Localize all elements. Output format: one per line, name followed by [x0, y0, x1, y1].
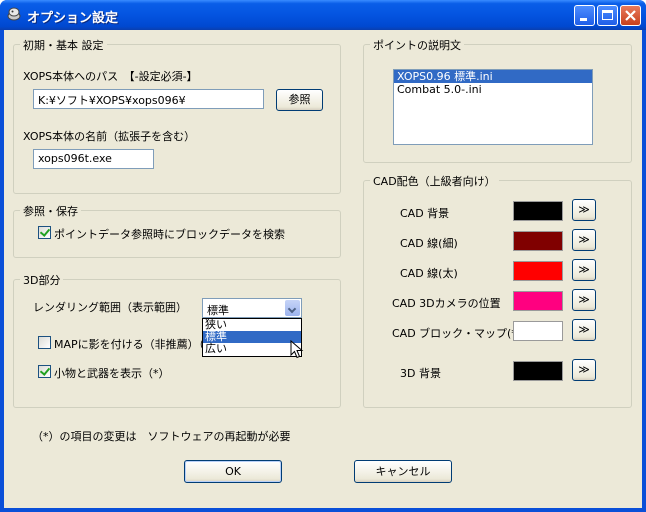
xops-name-input[interactable]: xops096t.exe [33, 149, 154, 169]
cad-thin-line-picker-button[interactable]: ≫ [572, 229, 596, 251]
3d-section-title: 3D部分 [20, 272, 64, 288]
reference-save-title: 参照・保存 [20, 203, 81, 219]
maximize-icon [602, 10, 613, 20]
render-range-label: レンダリング範囲（表示範囲） [33, 301, 187, 314]
window-title: オプション設定 [27, 11, 119, 26]
app-icon [7, 7, 21, 21]
show-items-label[interactable]: 小物と武器を表示（*） [54, 365, 170, 381]
show-items-checkbox[interactable] [38, 365, 51, 378]
render-range-select[interactable]: 標準 [202, 298, 302, 318]
cad-colors-title: CAD配色（上級者向け） [370, 173, 499, 189]
render-range-value: 標準 [207, 304, 229, 317]
basic-settings-group: 初期・基本 設定 XOPS本体へのパス 【-設定必須-】 K:¥ソフト¥XOPS… [13, 37, 341, 194]
dropdown-option[interactable]: 広い [203, 343, 301, 355]
minimize-button[interactable] [574, 5, 595, 26]
cad-thin-line-swatch [513, 231, 563, 251]
client-area: 初期・基本 設定 XOPS本体へのパス 【-設定必須-】 K:¥ソフト¥XOPS… [4, 30, 642, 508]
title-bar[interactable]: オプション設定 [0, 0, 646, 30]
browse-button[interactable]: 参照 [276, 89, 323, 111]
3d-background-label: 3D 背景 [400, 367, 441, 380]
cad-thick-line-swatch [513, 261, 563, 281]
cad-background-swatch [513, 201, 563, 221]
close-button[interactable] [620, 5, 641, 26]
3d-background-picker-button[interactable]: ≫ [572, 359, 596, 381]
point-description-list[interactable]: XOPS0.96 標準.ini Combat 5.0-.ini [393, 69, 593, 145]
list-item[interactable]: XOPS0.96 標準.ini [394, 70, 592, 83]
point-description-title: ポイントの説明文 [370, 37, 464, 53]
xops-name-label: XOPS本体の名前（拡張子を含む） [23, 130, 196, 143]
cad-thick-line-picker-button[interactable]: ≫ [572, 259, 596, 281]
cad-block-map-label: CAD ブロック・マップ(*) [392, 327, 522, 340]
list-item[interactable]: Combat 5.0-.ini [394, 83, 592, 96]
cancel-button[interactable]: キャンセル [354, 460, 452, 483]
search-block-label[interactable]: ポイントデータ参照時にブロックデータを検索 [54, 226, 285, 242]
restart-note: （*）の項目の変更は ソフトウェアの再起動が必要 [32, 430, 291, 443]
cad-camera-position-swatch [513, 291, 563, 311]
reference-save-group: 参照・保存 ポイントデータ参照時にブロックデータを検索 [13, 203, 341, 258]
options-window: オプション設定 初期・基本 設定 XOPS本体へのパス 【-設定必須-】 K:¥… [0, 0, 646, 512]
mouse-cursor-icon [290, 340, 304, 359]
cad-thick-line-label: CAD 線(太) [400, 267, 458, 280]
render-range-dropdown: 狭い 標準 広い [202, 318, 302, 357]
cad-colors-group: CAD配色（上級者向け） CAD 背景 ≫ CAD 線(細) ≫ CAD 線(太… [363, 173, 632, 408]
cad-camera-position-picker-button[interactable]: ≫ [572, 289, 596, 311]
cad-block-map-picker-button[interactable]: ≫ [572, 319, 596, 341]
cad-camera-position-label: CAD 3Dカメラの位置 [392, 297, 501, 310]
minimize-icon [580, 18, 587, 21]
map-shadow-label[interactable]: MAPに影を付ける（非推薦）（ [54, 336, 204, 352]
search-block-checkbox[interactable] [38, 226, 51, 239]
cad-block-map-swatch [513, 321, 563, 341]
xops-path-label: XOPS本体へのパス 【-設定必須-】 [23, 70, 198, 83]
dropdown-arrow-icon[interactable] [285, 300, 300, 316]
cad-thin-line-label: CAD 線(細) [400, 237, 458, 250]
map-shadow-checkbox[interactable] [38, 336, 51, 349]
cad-background-picker-button[interactable]: ≫ [572, 199, 596, 221]
xops-path-input[interactable]: K:¥ソフト¥XOPS¥xops096¥ [33, 89, 264, 109]
point-description-group: ポイントの説明文 XOPS0.96 標準.ini Combat 5.0-.ini [363, 37, 632, 163]
cad-background-label: CAD 背景 [400, 207, 450, 220]
3d-background-swatch [513, 361, 563, 381]
basic-settings-title: 初期・基本 設定 [20, 37, 107, 53]
ok-button[interactable]: OK [184, 460, 282, 483]
maximize-button[interactable] [597, 5, 618, 26]
close-icon [625, 10, 636, 21]
